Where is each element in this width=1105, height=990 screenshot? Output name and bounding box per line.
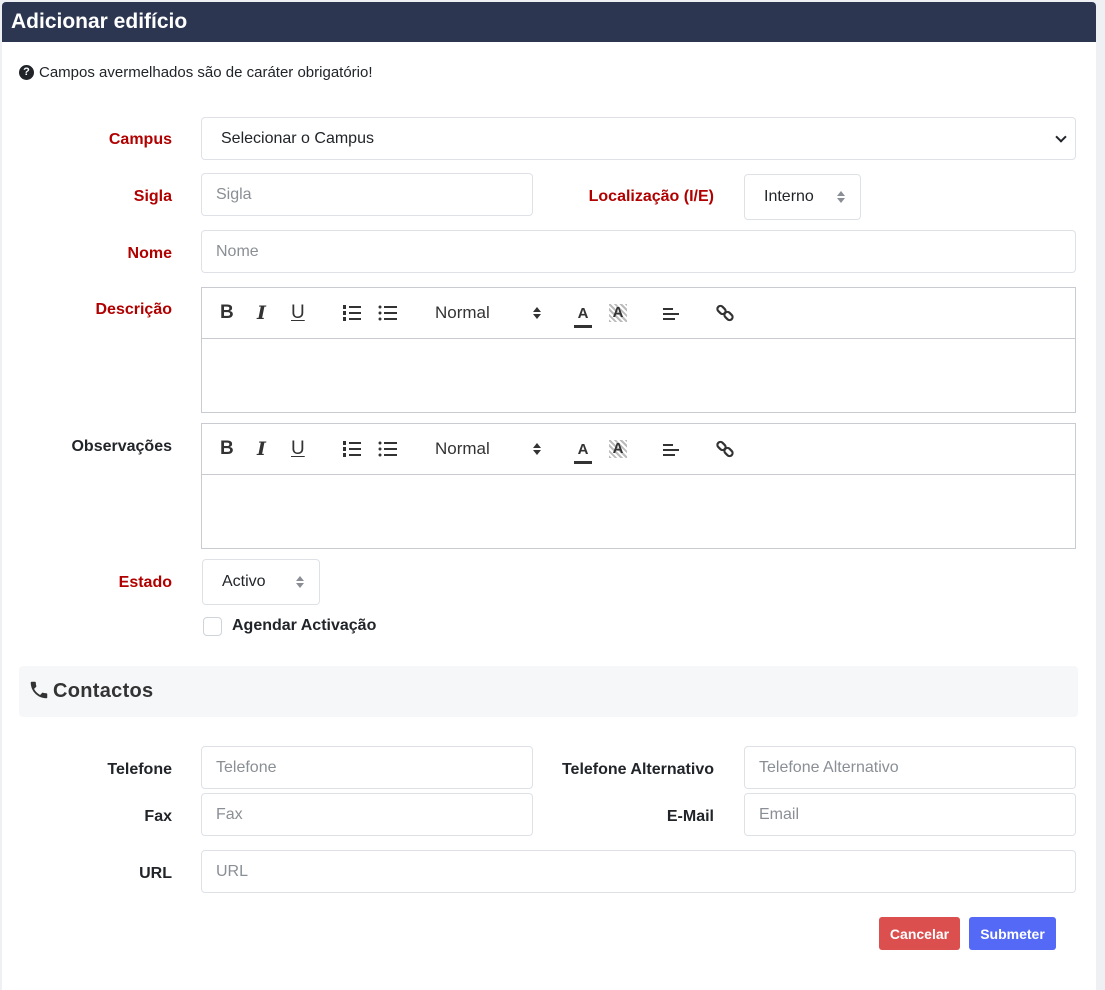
page-title: Adicionar edifício bbox=[2, 2, 1096, 42]
descricao-editor: B I U Normal A A bbox=[201, 287, 1076, 413]
nome-label: Nome bbox=[127, 245, 172, 262]
question-circle-icon: ? bbox=[19, 65, 34, 80]
required-notice: ? Campos avermelhados são de caráter obr… bbox=[19, 64, 373, 81]
localizacao-label: Localização (I/E) bbox=[588, 188, 714, 205]
align-button[interactable] bbox=[662, 301, 680, 325]
bold-button[interactable]: B bbox=[220, 301, 234, 325]
underline-button[interactable]: U bbox=[291, 301, 305, 325]
descricao-editor-body[interactable] bbox=[202, 339, 1075, 412]
bullet-list-button[interactable] bbox=[378, 301, 398, 325]
estado-label: Estado bbox=[118, 574, 172, 591]
campus-select[interactable]: Selecionar o Campus bbox=[201, 117, 1076, 160]
required-notice-text: Campos avermelhados são de caráter obrig… bbox=[39, 64, 373, 81]
link-icon bbox=[716, 440, 734, 458]
fax-input[interactable] bbox=[201, 793, 533, 836]
observacoes-editor-body[interactable] bbox=[202, 475, 1075, 548]
sort-arrows-icon bbox=[836, 191, 846, 203]
ordered-list-button[interactable] bbox=[342, 437, 362, 461]
campus-select-value: Selecionar o Campus bbox=[221, 129, 374, 147]
link-icon bbox=[716, 304, 734, 322]
bullet-list-icon bbox=[378, 305, 397, 321]
sigla-label: Sigla bbox=[133, 188, 172, 205]
observacoes-label: Observações bbox=[71, 438, 172, 455]
agendar-activacao-checkbox[interactable] bbox=[203, 617, 222, 636]
cancel-button[interactable]: Cancelar bbox=[879, 917, 960, 950]
background-color-button[interactable]: A bbox=[609, 304, 627, 322]
text-color-button[interactable]: A bbox=[574, 437, 592, 464]
nome-input[interactable] bbox=[201, 230, 1076, 273]
telefone-input[interactable] bbox=[201, 746, 533, 789]
estado-select[interactable]: Activo bbox=[202, 559, 320, 605]
ordered-list-icon bbox=[343, 305, 361, 321]
align-left-icon bbox=[663, 308, 679, 320]
observacoes-toolbar: B I U Normal A A bbox=[202, 424, 1075, 475]
text-color-icon: A bbox=[577, 440, 589, 458]
estado-value: Activo bbox=[222, 573, 266, 590]
text-color-icon: A bbox=[577, 304, 589, 322]
sort-arrows-icon bbox=[532, 443, 542, 455]
contactos-section-header: Contactos bbox=[19, 666, 1078, 717]
ordered-list-button[interactable] bbox=[342, 301, 362, 325]
contactos-title: Contactos bbox=[53, 680, 154, 702]
add-building-card: Adicionar edifício ? Campos avermelhados… bbox=[2, 2, 1096, 990]
localizacao-value: Interno bbox=[764, 188, 814, 205]
underline-button[interactable]: U bbox=[291, 437, 305, 461]
bullet-list-icon bbox=[378, 441, 397, 457]
telefone-alt-input[interactable] bbox=[744, 746, 1076, 789]
telefone-label: Telefone bbox=[107, 761, 172, 778]
header-format-value: Normal bbox=[435, 439, 490, 458]
align-button[interactable] bbox=[662, 437, 680, 461]
observacoes-editor: B I U Normal A A bbox=[201, 423, 1076, 549]
email-input[interactable] bbox=[744, 793, 1076, 836]
header-format-value: Normal bbox=[435, 303, 490, 322]
submit-button[interactable]: Submeter bbox=[969, 917, 1056, 950]
url-input[interactable] bbox=[201, 850, 1076, 893]
background-color-button[interactable]: A bbox=[609, 440, 627, 458]
sigla-input[interactable] bbox=[201, 173, 533, 216]
header-format-select[interactable]: Normal bbox=[435, 437, 542, 461]
telefone-alt-label: Telefone Alternativo bbox=[561, 761, 714, 778]
fax-label: Fax bbox=[144, 808, 172, 825]
link-button[interactable] bbox=[715, 301, 735, 325]
email-label: E-Mail bbox=[666, 808, 714, 825]
bold-button[interactable]: B bbox=[220, 437, 234, 461]
descricao-toolbar: B I U Normal A A bbox=[202, 288, 1075, 339]
header-format-select[interactable]: Normal bbox=[435, 301, 542, 325]
url-label: URL bbox=[139, 865, 172, 882]
align-left-icon bbox=[663, 444, 679, 456]
italic-button[interactable]: I bbox=[257, 301, 266, 325]
text-color-button[interactable]: A bbox=[574, 301, 592, 328]
link-button[interactable] bbox=[715, 437, 735, 461]
agendar-activacao-label: Agendar Activação bbox=[232, 617, 377, 634]
sort-arrows-icon bbox=[532, 307, 542, 319]
italic-button[interactable]: I bbox=[257, 437, 266, 461]
bullet-list-button[interactable] bbox=[378, 437, 398, 461]
localizacao-select[interactable]: Interno bbox=[744, 174, 861, 220]
campus-label: Campus bbox=[108, 131, 172, 148]
chevron-down-icon bbox=[1055, 130, 1067, 143]
ordered-list-icon bbox=[343, 441, 361, 457]
sort-arrows-icon bbox=[295, 576, 305, 588]
phone-icon bbox=[30, 681, 48, 699]
descricao-label: Descrição bbox=[95, 301, 173, 318]
